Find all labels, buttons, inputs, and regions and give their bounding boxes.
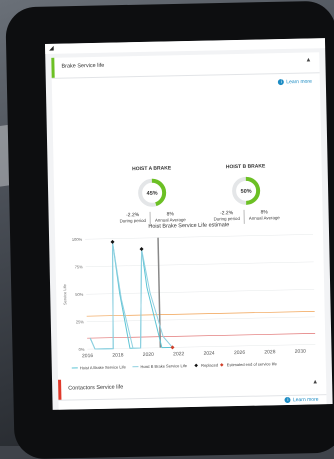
y-tick-label: 25%: [76, 319, 85, 324]
threshold-line: [87, 311, 315, 316]
x-tick-label: 2026: [234, 350, 245, 356]
annual-label: Annual Average: [249, 215, 280, 221]
donut-gauge: 45%: [137, 177, 168, 208]
gauge-title: HOIST A BRAKE: [112, 165, 192, 173]
y-tick-label: 50%: [75, 292, 84, 297]
y-tick-label: 100%: [72, 237, 83, 242]
x-tick-label: 2024: [203, 351, 214, 357]
y-tick-label: 0%: [79, 347, 85, 352]
service-life-chart: 0% 25% 50% 75% 100% 2016 2018 2020 2022 2024 2026 2…: [55, 226, 326, 380]
hoist-b-brake-gauge: HOIST B BRAKE 50% -2.2%During period 8%A…: [206, 163, 287, 225]
series-line: [88, 241, 174, 349]
x-tick-label: 2016: [82, 353, 93, 359]
y-gridline: [87, 344, 315, 349]
annual-label: Annual Average: [155, 217, 186, 223]
replaced-marker: [140, 247, 144, 251]
signal-icon: ◢: [49, 45, 54, 52]
legend-label: Replaced: [201, 362, 218, 367]
x-tick-label: 2030: [295, 349, 306, 355]
replaced-marker: [110, 240, 114, 244]
y-axis-title: Service Life: [62, 283, 67, 305]
chevron-up-icon[interactable]: ▲: [305, 57, 311, 63]
panel-title: Brake Service life: [61, 63, 104, 70]
donut-gauge: 50%: [231, 176, 262, 207]
x-tick-label: 2020: [143, 352, 154, 358]
gauge-title: HOIST B BRAKE: [206, 163, 286, 171]
status-accent-bar: [51, 58, 54, 78]
period-label: During period: [120, 218, 146, 224]
chevron-up-icon[interactable]: ▲: [312, 379, 318, 385]
y-gridline: [85, 234, 313, 239]
gauge-percent: 50%: [241, 189, 252, 195]
brake-panel-header[interactable]: Brake Service life ▲: [51, 52, 319, 79]
period-label: During period: [213, 216, 239, 222]
x-tick-label: 2018: [112, 352, 123, 358]
legend-label: Hoist B Brake Service Life: [140, 363, 187, 369]
tablet-screen: ◢ Brake Service life ▲ iLearn more HOIST…: [45, 38, 333, 410]
legend-label: Estimated end of service life: [227, 361, 278, 367]
legend-swatch: [220, 363, 224, 367]
learn-more-label: Learn more: [286, 79, 312, 86]
threshold-line: [87, 333, 315, 338]
learn-more-link[interactable]: iLearn more: [278, 78, 312, 85]
x-tick-label: 2022: [173, 351, 184, 357]
info-icon: i: [278, 79, 284, 85]
info-icon: i: [285, 397, 291, 403]
learn-more-label: Learn more: [293, 397, 319, 404]
legend-label: Hoist A Brake Service Life: [80, 364, 127, 370]
status-accent-bar: [58, 380, 61, 400]
y-gridline: [86, 262, 314, 267]
hoist-a-brake-gauge: HOIST A BRAKE 45% -2.2%During period 8%A…: [112, 165, 193, 227]
legend-swatch: [194, 364, 198, 368]
panel-title: Contactors Service life: [68, 384, 123, 391]
learn-more-link[interactable]: iLearn more: [285, 396, 319, 403]
x-tick-label: 2028: [264, 349, 275, 355]
brake-service-life-panel: Brake Service life ▲ iLearn more HOIST A…: [51, 52, 326, 392]
y-gridline: [87, 317, 315, 322]
contactors-service-life-panel: Contactors Service life ▲ iLearn more: [58, 374, 327, 410]
gauge-percent: 45%: [147, 191, 158, 197]
y-tick-label: 75%: [75, 264, 84, 269]
